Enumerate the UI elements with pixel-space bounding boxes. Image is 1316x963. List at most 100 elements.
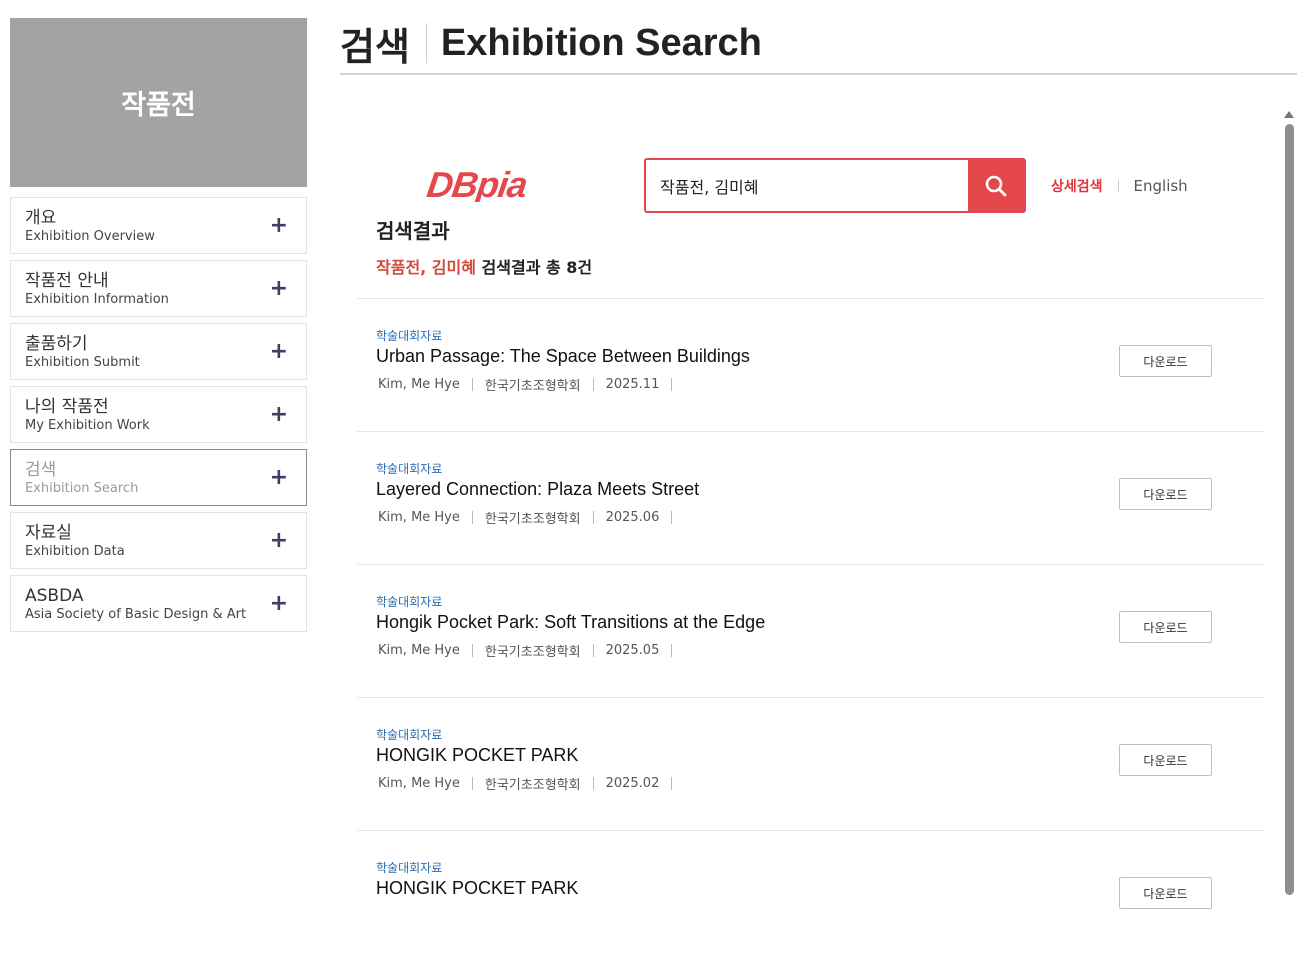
results-count: 검색결과 총 8건 bbox=[481, 258, 593, 277]
result-publisher: 한국기초조형학회 bbox=[484, 512, 581, 527]
result-title[interactable]: Hongik Pocket Park: Soft Transitions at … bbox=[376, 612, 765, 633]
page-title-en: Exhibition Search bbox=[440, 21, 762, 64]
results-heading: 검색결과 bbox=[376, 219, 450, 243]
sidebar-item-sublabel: Exhibition Search bbox=[25, 481, 139, 496]
sidebar-item-overview[interactable]: 개요 Exhibition Overview + bbox=[10, 197, 307, 254]
result-item: 학술대회자료 Urban Passage: The Space Between … bbox=[357, 298, 1264, 431]
title-divider bbox=[425, 23, 427, 63]
result-title[interactable]: HONGIK POCKET PARK bbox=[376, 878, 578, 899]
sidebar-item-information[interactable]: 작품전 안내 Exhibition Information + bbox=[10, 260, 307, 317]
result-item: 학술대회자료 Hongik Pocket Park: Soft Transiti… bbox=[357, 564, 1264, 697]
meta-divider bbox=[471, 511, 473, 524]
plus-icon[interactable]: + bbox=[270, 592, 288, 615]
sidebar-item-sublabel: Exhibition Information bbox=[25, 292, 169, 307]
sidebar-item-search[interactable]: 검색 Exhibition Search + bbox=[10, 449, 307, 506]
sidebar-nav: 개요 Exhibition Overview + 작품전 안내 Exhibiti… bbox=[10, 197, 307, 638]
result-date: 2025.05 bbox=[605, 643, 660, 658]
sidebar-item-sublabel: My Exhibition Work bbox=[25, 418, 150, 433]
search-icon bbox=[985, 175, 1007, 196]
scrollbar-thumb[interactable] bbox=[1285, 124, 1294, 895]
sidebar-item-label: 검색 bbox=[25, 460, 57, 480]
sidebar-item-label: ASBDA bbox=[25, 586, 84, 606]
meta-divider bbox=[471, 777, 473, 790]
meta-divider bbox=[592, 378, 594, 391]
meta-divider bbox=[592, 511, 594, 524]
page-title-ko: 검색 bbox=[340, 26, 410, 69]
sidebar-item-label: 자료실 bbox=[25, 523, 72, 543]
result-author: Kim, Me Hye bbox=[378, 776, 460, 791]
sidebar-item-sublabel: Exhibition Overview bbox=[25, 229, 155, 244]
dbpia-logo[interactable]: DBpia bbox=[426, 166, 612, 202]
result-title[interactable]: Urban Passage: The Space Between Buildin… bbox=[376, 346, 750, 367]
result-author: Kim, Me Hye bbox=[378, 377, 460, 392]
plus-icon[interactable]: + bbox=[270, 529, 288, 552]
sidebar-item-label: 개요 bbox=[25, 208, 57, 228]
advanced-search-link[interactable]: 상세검색 bbox=[1051, 176, 1103, 196]
result-publisher: 한국기초조형학회 bbox=[484, 379, 581, 394]
sidebar-item-asbda[interactable]: ASBDA Asia Society of Basic Design & Art… bbox=[10, 575, 307, 632]
meta-divider bbox=[671, 511, 673, 524]
results-list: 학술대회자료 Urban Passage: The Space Between … bbox=[357, 298, 1264, 963]
title-underline bbox=[340, 73, 1297, 75]
result-title[interactable]: HONGIK POCKET PARK bbox=[376, 745, 578, 766]
download-button[interactable]: 다운로드 bbox=[1119, 345, 1212, 377]
sidebar-item-sublabel: Exhibition Data bbox=[25, 544, 125, 559]
result-meta: Kim, Me Hye 한국기초조형학회 2025.06 bbox=[378, 508, 684, 527]
result-category: 학술대회자료 bbox=[376, 728, 443, 742]
meta-divider bbox=[592, 644, 594, 657]
meta-divider bbox=[471, 644, 473, 657]
result-meta: Kim, Me Hye 한국기초조형학회 2025.02 bbox=[378, 774, 684, 793]
meta-divider bbox=[671, 777, 673, 790]
result-category: 학술대회자료 bbox=[376, 329, 443, 343]
result-publisher: 한국기초조형학회 bbox=[484, 778, 581, 793]
search-links: 상세검색 English bbox=[1051, 176, 1188, 196]
meta-divider bbox=[471, 378, 473, 391]
meta-divider bbox=[671, 378, 673, 391]
sidebar-item-label: 출품하기 bbox=[25, 334, 88, 354]
result-title[interactable]: Layered Connection: Plaza Meets Street bbox=[376, 479, 699, 500]
download-button[interactable]: 다운로드 bbox=[1119, 877, 1212, 909]
results-summary: 작품전, 김미혜 검색결과 총 8건 bbox=[376, 254, 592, 278]
sidebar-item-sublabel: Asia Society of Basic Design & Art bbox=[25, 607, 247, 622]
result-item: 학술대회자료 Layered Connection: Plaza Meets S… bbox=[357, 431, 1264, 564]
download-button[interactable]: 다운로드 bbox=[1119, 478, 1212, 510]
result-category: 학술대회자료 bbox=[376, 595, 443, 609]
result-item: 학술대회자료 HONGIK POCKET PARK 다운로드 bbox=[357, 830, 1264, 963]
result-date: 2025.06 bbox=[605, 510, 660, 525]
result-publisher: 한국기초조형학회 bbox=[484, 645, 581, 660]
sidebar-item-label: 나의 작품전 bbox=[25, 397, 109, 417]
result-meta: Kim, Me Hye 한국기초조형학회 2025.05 bbox=[378, 641, 684, 660]
plus-icon[interactable]: + bbox=[270, 277, 288, 300]
search-button[interactable] bbox=[968, 160, 1024, 211]
results-keyword: 작품전, 김미혜 bbox=[376, 258, 476, 277]
plus-icon[interactable]: + bbox=[270, 214, 288, 237]
sidebar-item-my-work[interactable]: 나의 작품전 My Exhibition Work + bbox=[10, 386, 307, 443]
sidebar-item-data[interactable]: 자료실 Exhibition Data + bbox=[10, 512, 307, 569]
sidebar-item-sublabel: Exhibition Submit bbox=[25, 355, 140, 370]
page-title: 검색 Exhibition Search bbox=[340, 18, 762, 69]
dbpia-logo-text: DBpia bbox=[426, 166, 530, 202]
meta-divider bbox=[671, 644, 673, 657]
result-category: 학술대회자료 bbox=[376, 861, 443, 875]
download-button[interactable]: 다운로드 bbox=[1119, 744, 1212, 776]
sidebar-item-label: 작품전 안내 bbox=[25, 271, 109, 291]
result-meta: Kim, Me Hye 한국기초조형학회 2025.11 bbox=[378, 375, 684, 394]
scroll-up-arrow-icon[interactable] bbox=[1284, 111, 1294, 118]
english-link[interactable]: English bbox=[1134, 177, 1188, 195]
result-author: Kim, Me Hye bbox=[378, 643, 460, 658]
plus-icon[interactable]: + bbox=[270, 466, 288, 489]
sidebar-item-submit[interactable]: 출품하기 Exhibition Submit + bbox=[10, 323, 307, 380]
sidebar-title: 작품전 bbox=[10, 18, 307, 187]
plus-icon[interactable]: + bbox=[270, 340, 288, 363]
search-input[interactable] bbox=[646, 160, 968, 211]
plus-icon[interactable]: + bbox=[270, 403, 288, 426]
result-date: 2025.02 bbox=[605, 776, 660, 791]
meta-divider bbox=[592, 777, 594, 790]
result-date: 2025.11 bbox=[605, 377, 660, 392]
link-divider bbox=[1117, 180, 1119, 192]
download-button[interactable]: 다운로드 bbox=[1119, 611, 1212, 643]
result-author: Kim, Me Hye bbox=[378, 510, 460, 525]
result-item: 학술대회자료 HONGIK POCKET PARK Kim, Me Hye 한국… bbox=[357, 697, 1264, 830]
search-bar bbox=[644, 158, 1026, 213]
result-category: 학술대회자료 bbox=[376, 462, 443, 476]
